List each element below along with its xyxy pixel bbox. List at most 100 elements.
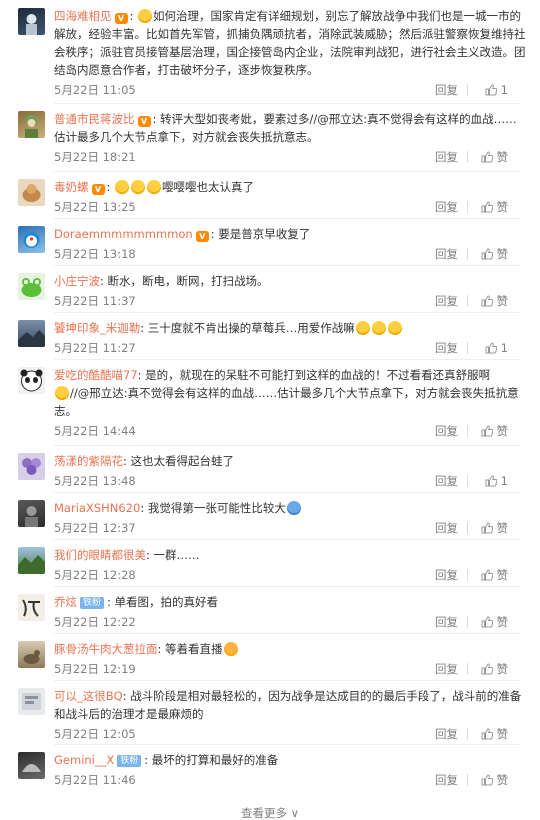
like-button[interactable]: 赞: [481, 518, 508, 538]
avatar[interactable]: [18, 8, 45, 35]
reply-button[interactable]: 回复: [435, 770, 458, 790]
reply-button[interactable]: 回复: [435, 724, 458, 744]
avatar[interactable]: [18, 547, 45, 574]
avatar-figure-icon: [25, 115, 38, 138]
avatar[interactable]: [18, 179, 45, 206]
comment-text: 单看图，拍的真好看: [114, 595, 219, 609]
username[interactable]: 普通市民蒋波比: [54, 112, 135, 126]
username[interactable]: 乔炫: [54, 595, 77, 609]
username[interactable]: 可以_这很BQ: [54, 689, 123, 703]
like-button[interactable]: 赞: [481, 421, 509, 441]
like-button[interactable]: 赞: [481, 565, 509, 585]
action-divider: [467, 663, 468, 675]
like-button[interactable]: 赞: [481, 724, 508, 744]
username[interactable]: 爱吃的酷酷喵77: [54, 368, 138, 382]
like-button[interactable]: 赞: [481, 659, 508, 679]
comment-item: 四海难相见 V: 如何治理，国家肯定有详细规划，别忘了解放战争中我们也是一城一市的…: [0, 0, 540, 103]
username[interactable]: Gemini__X: [54, 753, 114, 767]
avatar-scene-icon: [18, 555, 45, 574]
vip-icon: V: [195, 231, 209, 242]
avatar[interactable]: [18, 641, 45, 668]
like-count: 赞: [496, 247, 509, 261]
thumb-up-icon: [481, 616, 493, 628]
laugh-emoji-icon: [355, 321, 370, 335]
avatar[interactable]: [18, 688, 45, 715]
reply-button[interactable]: 回复: [435, 197, 458, 217]
comment-item: 饕坤印象_米迦勒: 三十度就不肯出操的草莓兵…用爱作战嘛 5月22日 11:27…: [0, 312, 540, 359]
load-more-link[interactable]: 查看更多 ∨: [0, 806, 540, 820]
thumb-up-icon: [481, 295, 493, 307]
avatar[interactable]: [18, 320, 45, 347]
username[interactable]: 四海难相见: [54, 9, 112, 23]
username[interactable]: 毒奶螺: [54, 180, 89, 194]
like-button[interactable]: 赞: [481, 147, 508, 167]
reply-button[interactable]: 回复: [435, 338, 458, 358]
thumb-up-icon: [481, 201, 493, 213]
vip-icon: V: [91, 184, 105, 195]
avatar[interactable]: [18, 111, 45, 138]
avatar-scene-icon: [23, 650, 40, 664]
comment-item: 豚骨汤牛肉大葱拉面: 等着看直播 5月22日 12:19 回复 赞: [0, 633, 540, 680]
laugh-emoji-icon: [387, 321, 402, 335]
like-button[interactable]: 赞: [481, 197, 509, 217]
username[interactable]: 我们的眼睛都很美: [54, 548, 146, 562]
like-button[interactable]: 1: [485, 80, 508, 100]
comment-time: 5月22日 12:28: [54, 568, 136, 582]
comment-list: 四海难相见 V: 如何治理，国家肯定有详细规划，别忘了解放战争中我们也是一城一市的…: [0, 0, 540, 791]
like-count: 赞: [496, 568, 509, 582]
comment-time: 5月22日 12:22: [54, 615, 136, 629]
username[interactable]: 荡漾的紫隔花: [54, 454, 123, 468]
comment-time: 5月22日 12:19: [54, 662, 136, 676]
like-button[interactable]: 赞: [481, 291, 508, 311]
like-button[interactable]: 赞: [481, 244, 509, 264]
fan-badge: 铁粉: [80, 597, 105, 609]
reply-button[interactable]: 回复: [435, 565, 458, 585]
like-button[interactable]: 赞: [481, 770, 508, 790]
reply-button[interactable]: 回复: [435, 421, 458, 441]
comment-item: Gemini__X 铁粉: 最坏的打算和最好的准备 5月22日 11:46 回复 …: [0, 744, 540, 791]
comment-time: 5月22日 11:27: [54, 341, 136, 355]
username[interactable]: 饕坤印象_米迦勒: [54, 321, 140, 335]
avatar[interactable]: [18, 453, 45, 480]
action-divider: [467, 774, 468, 786]
crying-emoji-icon: [286, 501, 301, 515]
reply-button[interactable]: 回复: [435, 147, 458, 167]
action-divider: [467, 248, 468, 260]
reply-button[interactable]: 回复: [435, 659, 458, 679]
avatar[interactable]: [18, 273, 45, 300]
reply-button[interactable]: 回复: [435, 471, 458, 491]
like-count: 赞: [496, 424, 509, 438]
avatar[interactable]: [18, 226, 45, 253]
panda-avatar-icon: [20, 369, 43, 392]
username[interactable]: 小庄宁波: [54, 274, 100, 288]
like-button[interactable]: 赞: [481, 612, 509, 632]
avatar[interactable]: [18, 367, 45, 394]
reply-button[interactable]: 回复: [435, 612, 458, 632]
username[interactable]: MariaXSHN620: [54, 501, 140, 515]
grin-emoji-icon: [223, 642, 238, 656]
like-count: 赞: [496, 615, 509, 629]
avatar[interactable]: [18, 752, 45, 779]
avatar[interactable]: [18, 500, 45, 527]
reply-button[interactable]: 回复: [435, 80, 458, 100]
smile-emoji-icon: [138, 9, 153, 23]
comment-time: 5月22日 13:48: [54, 474, 136, 488]
reply-button[interactable]: 回复: [435, 291, 458, 311]
avatar[interactable]: [18, 594, 45, 621]
username[interactable]: 豚骨汤牛肉大葱拉面: [54, 642, 158, 656]
thumb-up-icon: [481, 774, 493, 786]
action-divider: [467, 616, 468, 628]
comment-time: 5月22日 18:21: [54, 150, 136, 164]
reply-button[interactable]: 回复: [435, 244, 458, 264]
vip-icon: V: [114, 13, 128, 24]
comment-item: 我们的眼睛都很美: 一群…… 5月22日 12:28 回复 赞: [0, 539, 540, 586]
like-count: 赞: [496, 200, 509, 214]
like-button[interactable]: 1: [485, 471, 508, 491]
username[interactable]: Doraemmmmmmmmon: [54, 227, 193, 241]
reply-button[interactable]: 回复: [435, 518, 458, 538]
like-button[interactable]: 1: [485, 338, 508, 358]
calligraphy-avatar-icon: [22, 599, 40, 617]
action-divider: [467, 522, 468, 534]
comment-item: 爱吃的酷酷喵77: 是的，就现在的呆駐不可能打到这样的血战的！不过看看还真舒服啊…: [0, 359, 540, 445]
comment-text: 嘤嘤嘤也太认真了: [162, 180, 255, 194]
